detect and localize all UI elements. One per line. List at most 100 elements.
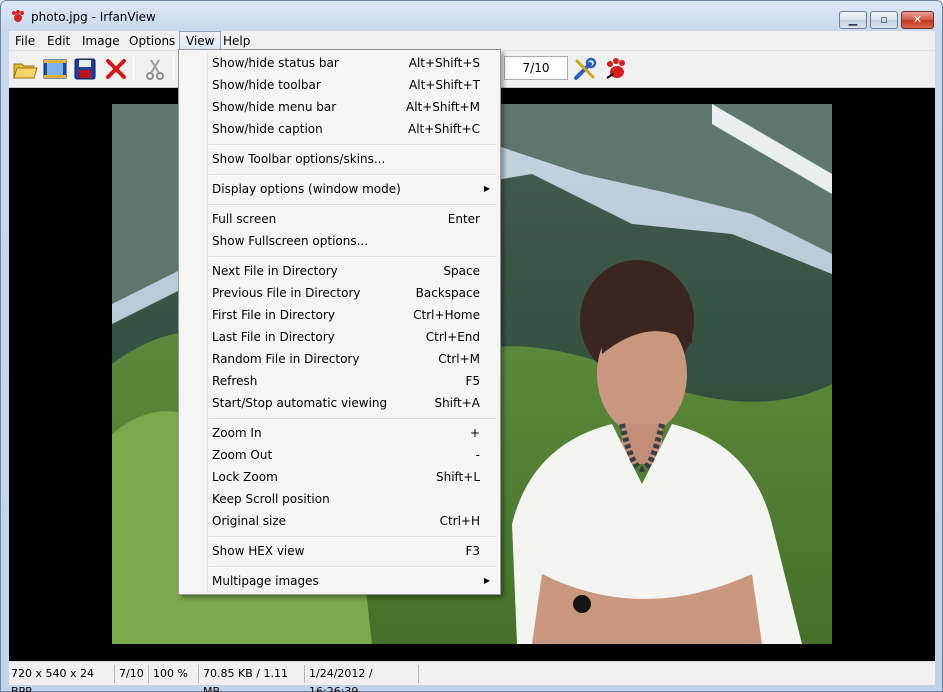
maximize-button[interactable]: ▫ xyxy=(870,11,898,29)
status-position: 7/10 xyxy=(117,665,149,683)
irfanview-paw-icon[interactable] xyxy=(603,56,629,82)
toolbar-separator xyxy=(173,57,174,81)
menu-item-random-file[interactable]: Random File in Directory Ctrl+M xyxy=(181,348,498,370)
menu-item-label: Show/hide caption xyxy=(212,122,323,136)
menu-item-last-file[interactable]: Last File in Directory Ctrl+End xyxy=(181,326,498,348)
menu-item-show-hide-caption[interactable]: Show/hide caption Alt+Shift+C xyxy=(181,118,498,140)
toolbar-separator xyxy=(133,57,134,81)
menu-item-label: Keep Scroll position xyxy=(212,492,330,506)
menu-item-label: Zoom In xyxy=(212,426,262,440)
menu-item-label: Show HEX view xyxy=(212,544,305,558)
view-menu-dropdown: Show/hide status bar Alt+Shift+S Show/hi… xyxy=(178,49,501,595)
minimize-button[interactable]: ▁ xyxy=(839,11,867,29)
title-bar[interactable]: photo.jpg - IrfanView ▁ ▫ ✕ xyxy=(1,1,942,31)
menu-separator xyxy=(209,144,496,146)
menu-separator xyxy=(209,256,496,258)
submenu-arrow-icon: ▶ xyxy=(483,576,490,585)
open-folder-icon[interactable] xyxy=(12,56,38,82)
menu-item-label: Full screen xyxy=(212,212,277,226)
menu-item-label: Display options (window mode) xyxy=(212,182,401,196)
menu-item-shortcut: - xyxy=(475,448,480,462)
slideshow-icon[interactable] xyxy=(42,56,68,82)
menu-item-shortcut: Ctrl+M xyxy=(438,352,480,366)
menu-item-label: Show/hide menu bar xyxy=(212,100,337,114)
menu-item-shortcut: Space xyxy=(443,264,480,278)
menu-item-display-options[interactable]: Display options (window mode) ▶ xyxy=(181,178,498,200)
menu-item-show-hide-menu-bar[interactable]: Show/hide menu bar Alt+Shift+M xyxy=(181,96,498,118)
menu-image[interactable]: Image xyxy=(76,31,126,51)
menu-item-shortcut: F3 xyxy=(465,544,480,558)
menu-item-show-hide-toolbar[interactable]: Show/hide toolbar Alt+Shift+T xyxy=(181,74,498,96)
menu-separator xyxy=(209,204,496,206)
menu-item-previous-file[interactable]: Previous File in Directory Backspace xyxy=(181,282,498,304)
menu-item-shortcut: Ctrl+H xyxy=(439,514,480,528)
menu-item-label: Show Fullscreen options... xyxy=(212,234,369,248)
menu-item-shortcut: Backspace xyxy=(415,286,480,300)
menu-item-shortcut: Shift+A xyxy=(434,396,480,410)
menu-bar: File Edit Image Options View Help xyxy=(9,31,935,51)
menu-item-refresh[interactable]: Refresh F5 xyxy=(181,370,498,392)
menu-item-label: Zoom Out xyxy=(212,448,273,462)
menu-separator xyxy=(209,174,496,176)
menu-item-shortcut: Ctrl+End xyxy=(425,330,480,344)
menu-file[interactable]: File xyxy=(9,31,41,51)
menu-item-label: Original size xyxy=(212,514,287,528)
menu-item-fullscreen-options[interactable]: Show Fullscreen options... xyxy=(181,230,498,252)
page-counter-field[interactable]: 7/10 xyxy=(504,56,568,80)
menu-item-next-file[interactable]: Next File in Directory Space xyxy=(181,260,498,282)
menu-item-full-screen[interactable]: Full screen Enter xyxy=(181,208,498,230)
submenu-arrow-icon: ▶ xyxy=(483,184,490,193)
menu-item-lock-zoom[interactable]: Lock Zoom Shift+L xyxy=(181,466,498,488)
menu-item-label: Lock Zoom xyxy=(212,470,278,484)
menu-item-label: Previous File in Directory xyxy=(212,286,361,300)
menu-separator xyxy=(209,418,496,420)
menu-item-label: Start/Stop automatic viewing xyxy=(212,396,388,410)
save-icon[interactable] xyxy=(72,56,98,82)
status-filesize: 70.85 KB / 1.11 MB xyxy=(201,665,305,692)
menu-item-zoom-out[interactable]: Zoom Out - xyxy=(181,444,498,466)
menu-help[interactable]: Help xyxy=(217,31,256,51)
minimize-icon: ▁ xyxy=(848,13,858,26)
delete-icon[interactable] xyxy=(103,56,129,82)
menu-item-label: Random File in Directory xyxy=(212,352,360,366)
menu-item-label: Last File in Directory xyxy=(212,330,335,344)
window-title: photo.jpg - IrfanView xyxy=(31,10,156,24)
menu-item-automatic-viewing[interactable]: Start/Stop automatic viewing Shift+A xyxy=(181,392,498,414)
menu-item-hex-view[interactable]: Show HEX view F3 xyxy=(181,540,498,562)
menu-item-shortcut: Alt+Shift+C xyxy=(407,122,480,136)
menu-item-label: Next File in Directory xyxy=(212,264,338,278)
menu-separator xyxy=(209,536,496,538)
menu-item-label: Refresh xyxy=(212,374,258,388)
menu-item-shortcut: Ctrl+Home xyxy=(413,308,480,322)
menu-options[interactable]: Options xyxy=(123,31,181,51)
maximize-icon: ▫ xyxy=(880,13,888,26)
irfanview-app-icon[interactable] xyxy=(11,10,25,24)
menu-item-multipage-images[interactable]: Multipage images ▶ xyxy=(181,570,498,592)
menu-view[interactable]: View xyxy=(179,31,222,51)
menu-item-first-file[interactable]: First File in Directory Ctrl+Home xyxy=(181,304,498,326)
menu-item-shortcut: F5 xyxy=(465,374,480,388)
menu-item-zoom-in[interactable]: Zoom In + xyxy=(181,422,498,444)
menu-item-shortcut: + xyxy=(469,426,480,440)
menu-item-shortcut: Shift+L xyxy=(435,470,480,484)
status-bar: 720 x 540 x 24 BPP 7/10 100 % 70.85 KB /… xyxy=(9,661,935,692)
properties-tools-icon[interactable] xyxy=(572,56,598,82)
menu-item-label: Show Toolbar options/skins... xyxy=(212,152,386,166)
status-zoom: 100 % xyxy=(151,665,199,683)
menu-item-toolbar-options[interactable]: Show Toolbar options/skins... xyxy=(181,148,498,170)
menu-item-original-size[interactable]: Original size Ctrl+H xyxy=(181,510,498,532)
close-button[interactable]: ✕ xyxy=(901,11,934,29)
menu-edit[interactable]: Edit xyxy=(41,31,76,51)
menu-item-label: First File in Directory xyxy=(212,308,336,322)
menu-separator xyxy=(209,566,496,568)
menu-item-shortcut: Alt+Shift+T xyxy=(409,78,480,92)
menu-item-label: Show/hide toolbar xyxy=(212,78,321,92)
close-icon: ✕ xyxy=(912,13,923,26)
menu-item-show-hide-status-bar[interactable]: Show/hide status bar Alt+Shift+S xyxy=(181,52,498,74)
status-dimensions: 720 x 540 x 24 BPP xyxy=(9,665,115,692)
menu-item-keep-scroll-position[interactable]: Keep Scroll position xyxy=(181,488,498,510)
menu-item-label: Multipage images xyxy=(212,574,319,588)
menu-item-shortcut: Alt+Shift+M xyxy=(406,100,480,114)
menu-item-label: Show/hide status bar xyxy=(212,56,339,70)
cut-icon[interactable] xyxy=(142,56,168,82)
